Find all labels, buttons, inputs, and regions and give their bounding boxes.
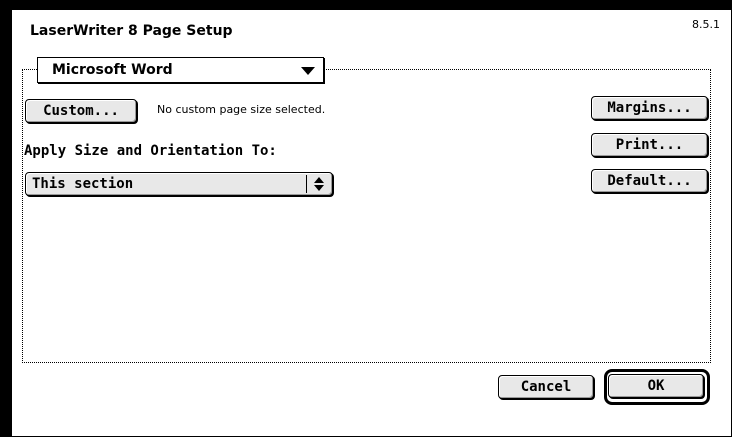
custom-button[interactable]: Custom... bbox=[25, 99, 137, 123]
popup-divider bbox=[306, 175, 307, 193]
app-panel-popup-label: Microsoft Word bbox=[52, 62, 173, 78]
up-down-arrows-icon bbox=[314, 177, 324, 191]
version-label: 8.5.1 bbox=[692, 18, 720, 31]
cancel-button[interactable]: Cancel bbox=[498, 375, 594, 399]
apply-to-popup[interactable]: This section bbox=[25, 172, 333, 196]
apply-to-label: Apply Size and Orientation To: bbox=[24, 143, 277, 159]
default-button[interactable]: Default... bbox=[591, 169, 708, 193]
custom-size-status: No custom page size selected. bbox=[157, 103, 326, 116]
print-button[interactable]: Print... bbox=[591, 133, 708, 157]
app-panel-popup[interactable]: Microsoft Word bbox=[37, 57, 324, 83]
margins-button[interactable]: Margins... bbox=[591, 96, 708, 120]
chevron-down-icon bbox=[301, 67, 315, 75]
dialog-title: LaserWriter 8 Page Setup bbox=[30, 23, 233, 39]
ok-button[interactable]: OK bbox=[608, 374, 704, 398]
apply-to-popup-label: This section bbox=[32, 176, 134, 192]
